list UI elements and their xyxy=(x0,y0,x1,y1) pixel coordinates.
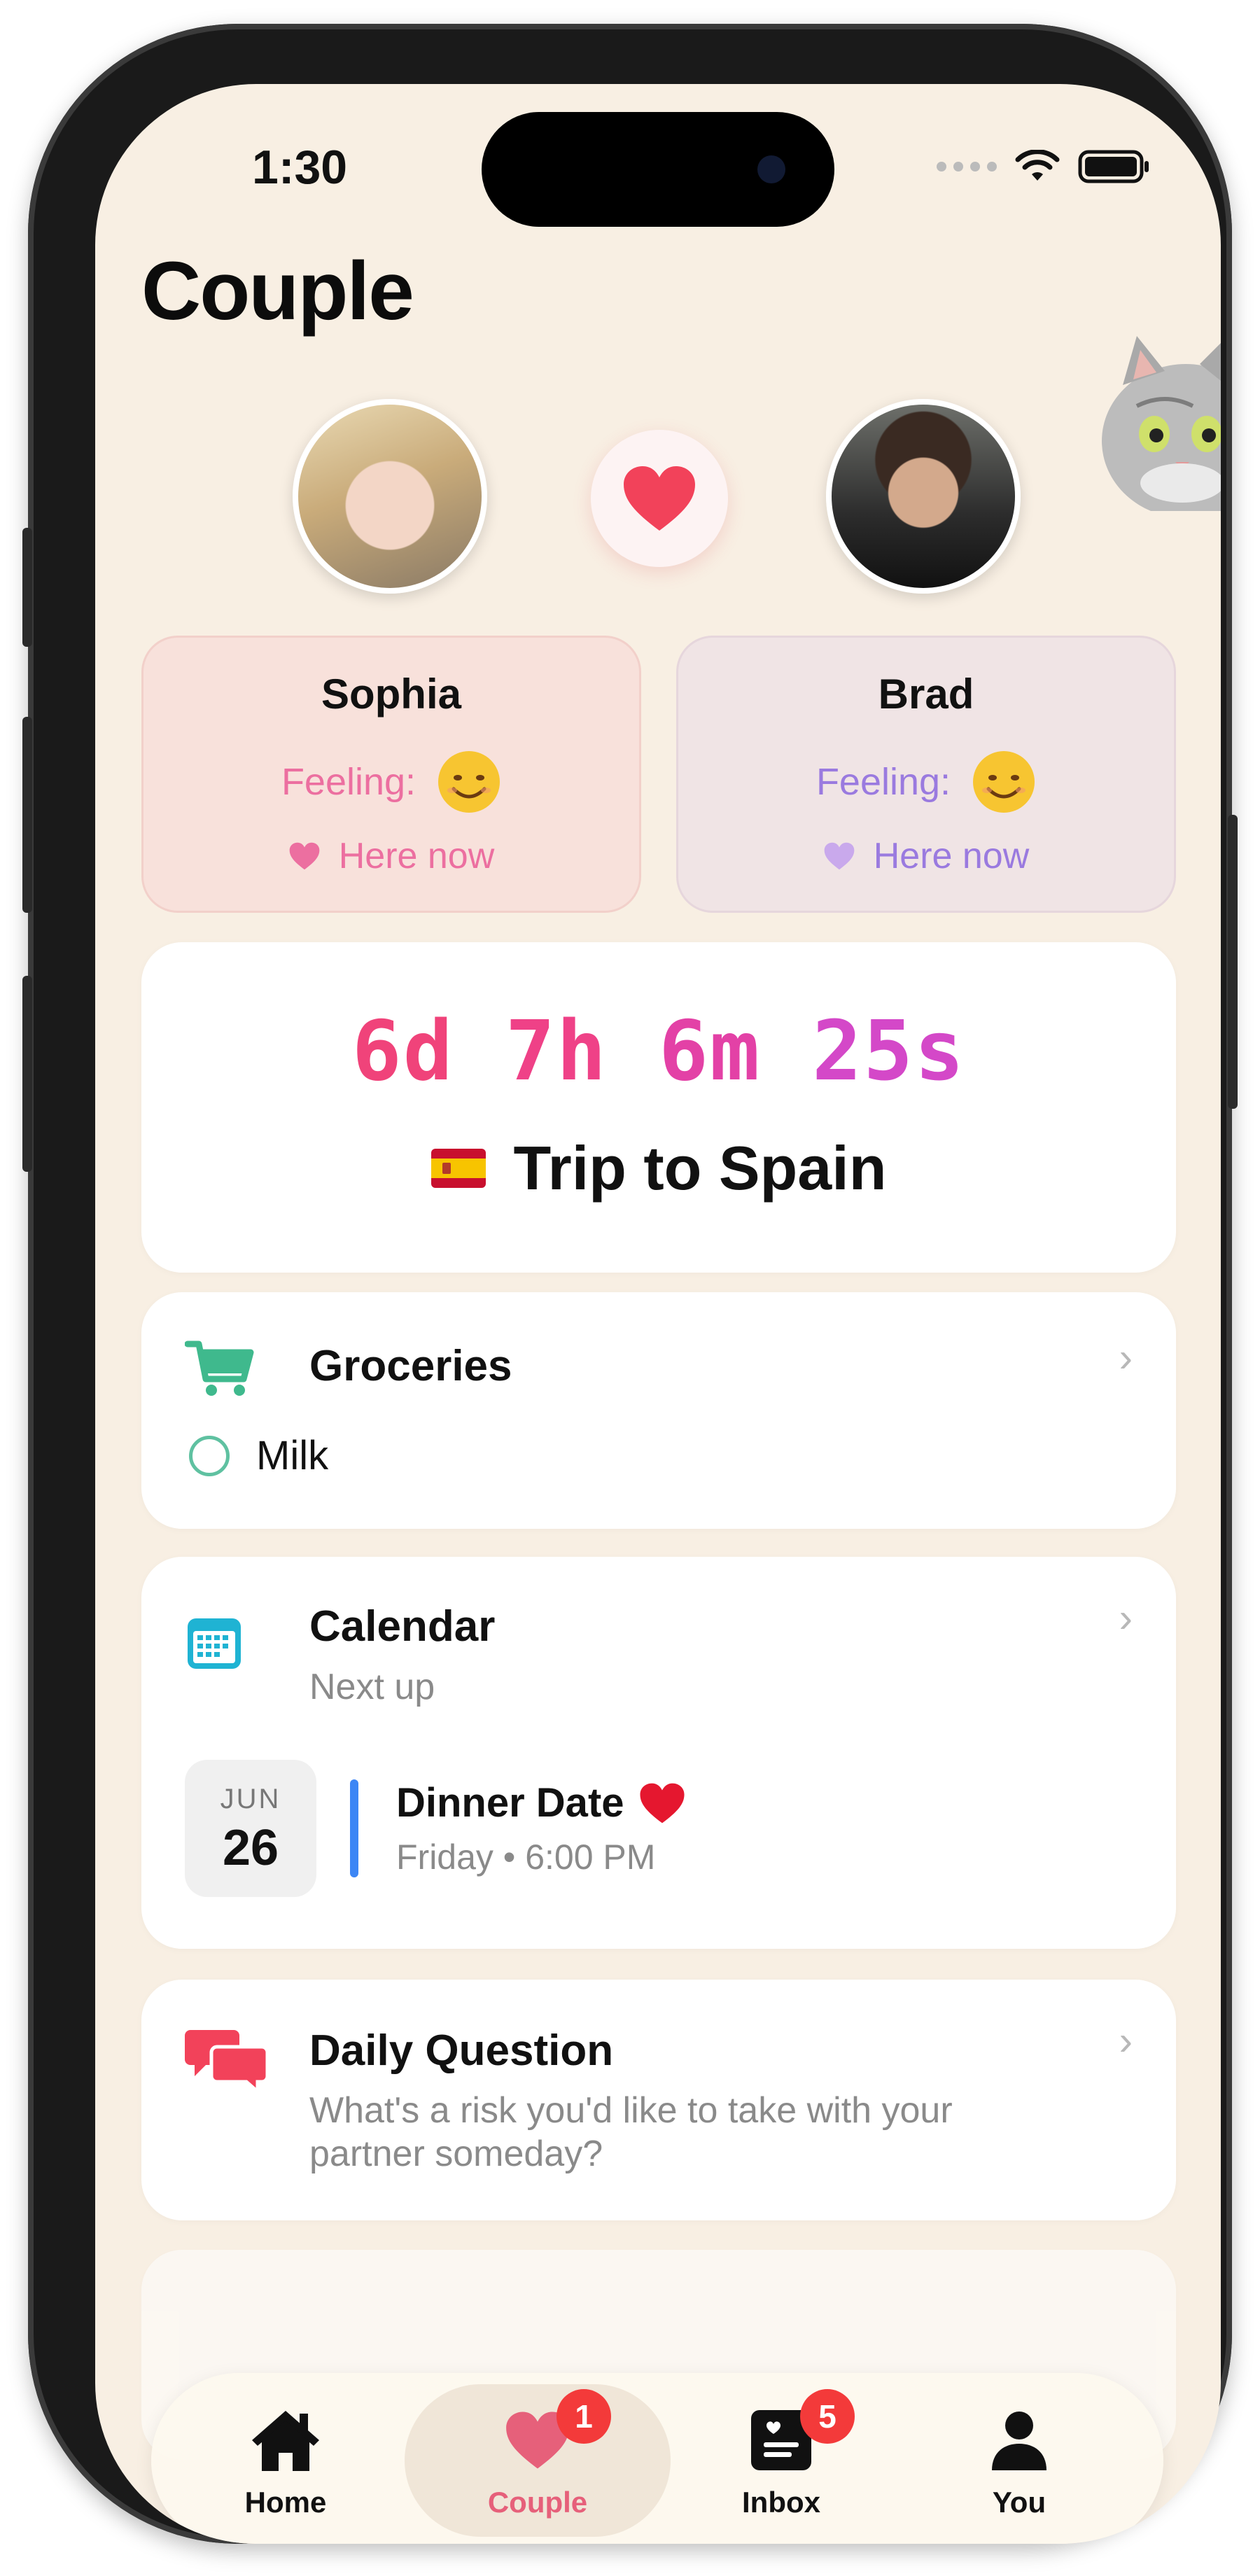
event-day: 26 xyxy=(222,1820,279,1876)
calendar-icon xyxy=(188,1618,241,1669)
notification-badge: 1 xyxy=(556,2389,611,2444)
avatar-sophia[interactable] xyxy=(293,399,487,594)
tab-label: Inbox xyxy=(742,2486,820,2519)
wifi-icon xyxy=(1015,150,1060,181)
tab-couple[interactable]: 1 Couple xyxy=(405,2373,671,2544)
smiling-face-icon xyxy=(438,751,500,813)
tab-label: Home xyxy=(244,2486,327,2519)
countdown-seconds: 25s xyxy=(812,1002,966,1099)
chat-bubbles-icon xyxy=(185,2030,269,2093)
countdown-days: 6d xyxy=(351,1002,454,1099)
smiling-face-icon xyxy=(973,751,1035,813)
calendar-subtitle: Next up xyxy=(309,1667,435,1707)
page-title: Couple xyxy=(141,245,414,337)
chevron-right-icon[interactable]: › xyxy=(1119,1334,1133,1381)
signal-dots-icon xyxy=(937,162,997,172)
groceries-card[interactable]: Groceries › Milk xyxy=(141,1292,1176,1529)
tab-you[interactable]: You xyxy=(900,2373,1138,2544)
heart-button[interactable] xyxy=(591,430,728,567)
presence-label: Here now xyxy=(873,836,1030,876)
tab-label: You xyxy=(992,2486,1046,2519)
list-item-label: Milk xyxy=(256,1433,329,1478)
action-button xyxy=(22,528,32,647)
presence-label: Here now xyxy=(338,836,495,876)
person-icon xyxy=(992,2412,1046,2470)
red-heart-icon xyxy=(639,1783,685,1823)
app-screen: 1:30 Couple Sophia Feeling: Here now Bra… xyxy=(95,84,1221,2544)
groceries-title: Groceries xyxy=(309,1342,512,1390)
trip-label: Trip to Spain xyxy=(513,1133,887,1203)
partner-name: Brad xyxy=(878,671,974,718)
countdown-minutes: 6m xyxy=(659,1002,762,1099)
status-time: 1:30 xyxy=(252,141,348,194)
partner-card-sophia[interactable]: Sophia Feeling: Here now xyxy=(141,636,641,913)
event-title: Dinner Date xyxy=(396,1780,624,1826)
camera-icon xyxy=(757,155,785,183)
phone-frame: 1:30 Couple Sophia Feeling: Here now Bra… xyxy=(22,24,1238,2544)
calendar-card[interactable]: Calendar Next up › JUN 26 Dinner Date Fr… xyxy=(141,1557,1176,1949)
cart-icon xyxy=(185,1340,254,1396)
chevron-right-icon[interactable]: › xyxy=(1119,2017,1133,2064)
countdown-timer: 6d 7h 6m 25s xyxy=(141,1002,1176,1099)
list-item[interactable]: Milk xyxy=(189,1432,328,1479)
countdown-hours: 7h xyxy=(505,1002,608,1099)
feeling-row: Feeling: xyxy=(144,750,639,814)
heart-icon xyxy=(824,842,855,870)
volume-up-button xyxy=(22,717,32,913)
avatar-brad[interactable] xyxy=(826,399,1021,594)
presence-row: Here now xyxy=(144,835,639,877)
tab-label: Couple xyxy=(487,2486,588,2519)
partner-card-brad[interactable]: Brad Feeling: Here now xyxy=(676,636,1176,913)
feeling-row: Feeling: xyxy=(678,750,1174,814)
event-time: Friday • 6:00 PM xyxy=(396,1837,656,1877)
power-button xyxy=(1228,815,1238,1109)
tab-bar: Home 1 Couple 5 Inbox You xyxy=(151,2373,1163,2544)
tab-home[interactable]: Home xyxy=(167,2373,405,2544)
notification-badge: 5 xyxy=(800,2389,855,2444)
event-title-row[interactable]: Dinner Date xyxy=(396,1779,686,1826)
heart-icon xyxy=(289,842,320,870)
countdown-card[interactable]: 6d 7h 6m 25s Trip to Spain xyxy=(141,942,1176,1273)
checkbox-circle[interactable] xyxy=(189,1435,230,1476)
presence-row: Here now xyxy=(678,835,1174,877)
cat-sticker-icon xyxy=(1102,336,1221,511)
feeling-label: Feeling: xyxy=(281,761,416,803)
event-color-bar xyxy=(350,1779,358,1877)
heart-icon xyxy=(624,466,695,531)
daily-question-text: What's a risk you'd like to take with yo… xyxy=(309,2090,953,2174)
daily-question-title: Daily Question xyxy=(309,2026,614,2075)
event-month: JUN xyxy=(220,1784,281,1814)
calendar-title: Calendar xyxy=(309,1602,496,1651)
volume-down-button xyxy=(22,976,32,1172)
feeling-label: Feeling: xyxy=(816,761,951,803)
spain-flag-icon xyxy=(430,1149,486,1188)
house-icon xyxy=(252,2411,319,2471)
status-icons xyxy=(937,148,1151,185)
trip-row: Trip to Spain xyxy=(141,1133,1176,1204)
partner-name: Sophia xyxy=(321,671,461,718)
battery-icon xyxy=(1078,150,1149,183)
tab-inbox[interactable]: 5 Inbox xyxy=(662,2373,900,2544)
dynamic-island xyxy=(482,112,834,227)
chevron-right-icon[interactable]: › xyxy=(1119,1595,1133,1642)
event-date-box: JUN 26 xyxy=(185,1760,316,1897)
daily-question-card[interactable]: Daily Question › What's a risk you'd lik… xyxy=(141,1980,1176,2220)
